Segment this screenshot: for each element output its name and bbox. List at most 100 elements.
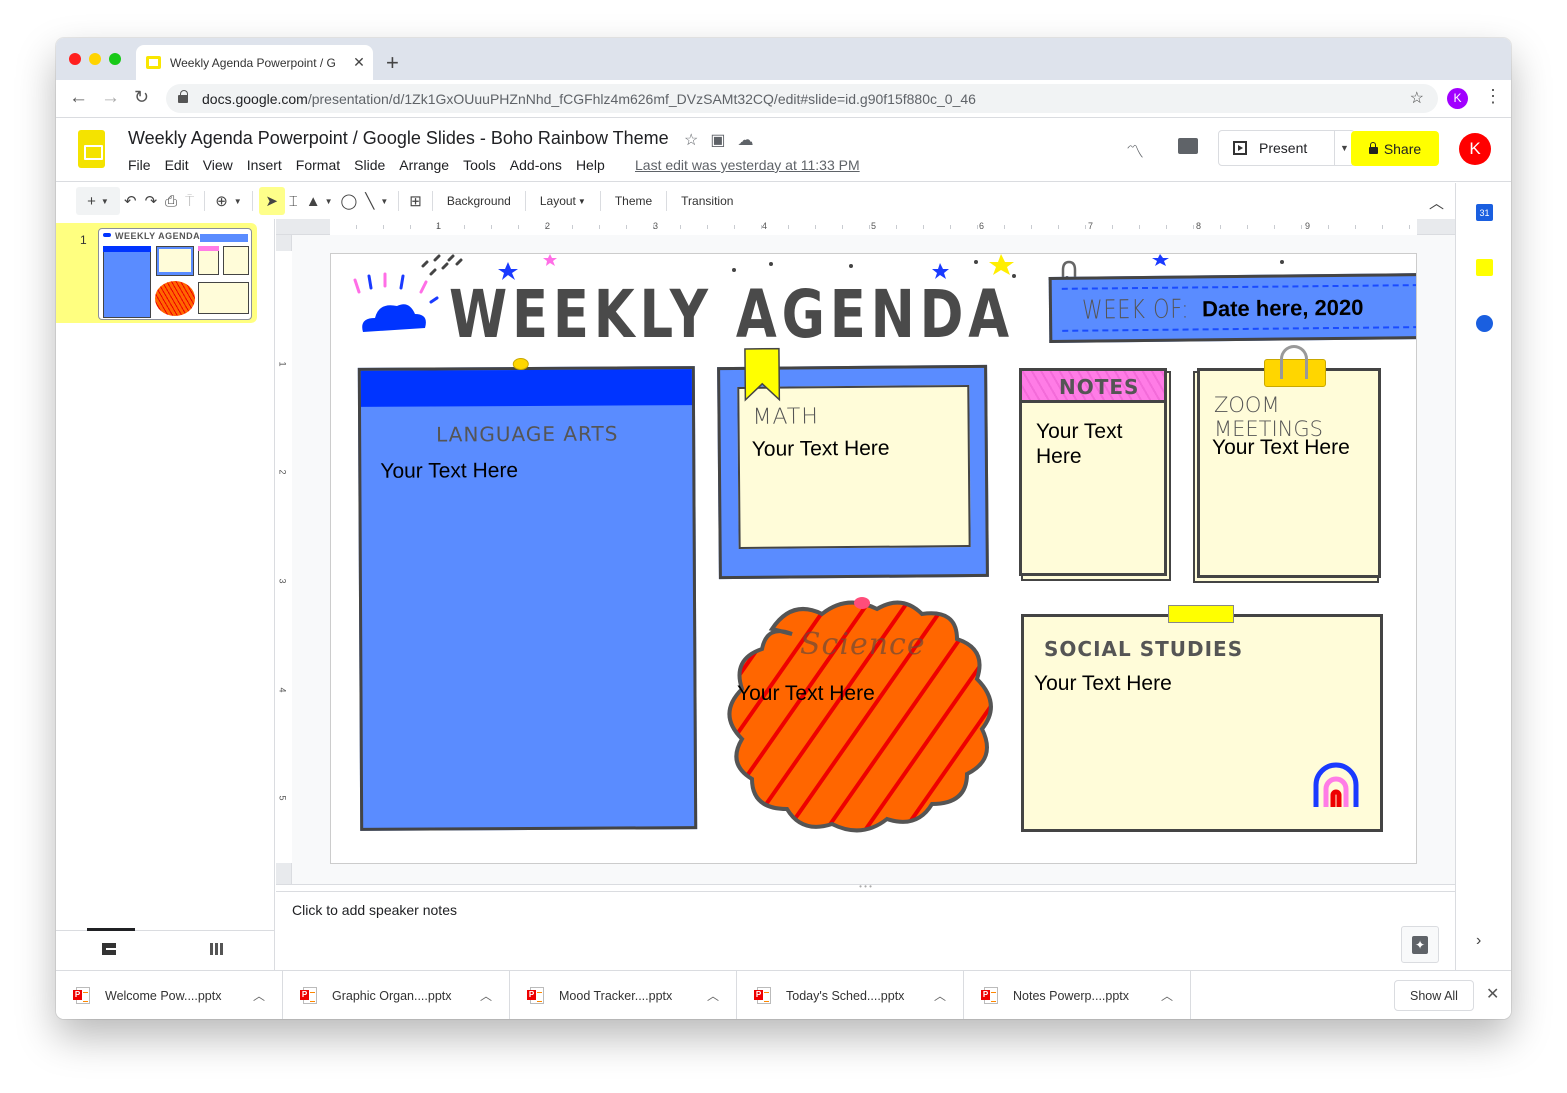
menu-file[interactable]: File <box>128 157 151 173</box>
star-icon <box>989 254 1014 275</box>
close-window-button[interactable] <box>69 53 81 65</box>
explore-button[interactable]: ✦ <box>1401 926 1439 963</box>
filmstrip-view-icon[interactable] <box>102 943 116 955</box>
zoom-meetings-box[interactable]: ZOOM MEETINGS Your Text Here <box>1197 345 1381 578</box>
show-all-downloads-button[interactable]: Show All <box>1394 980 1474 1011</box>
activity-trend-icon[interactable]: 〽 <box>1126 138 1144 164</box>
notes-resize-handle[interactable]: • • • <box>276 883 1455 892</box>
slides-logo-icon[interactable] <box>78 130 105 168</box>
browser-tab[interactable]: Weekly Agenda Powerpoint / G ✕ <box>136 45 373 80</box>
ruler-label: 9 <box>1305 221 1311 231</box>
close-tab-icon[interactable]: ✕ <box>349 54 369 71</box>
science-text[interactable]: Your Text Here <box>737 681 875 706</box>
text-box-icon[interactable]: ⌶ <box>285 187 302 215</box>
chevron-up-icon[interactable]: ︿ <box>1152 987 1182 1004</box>
transition-button[interactable]: Transition <box>673 187 741 215</box>
forward-icon[interactable]: → <box>101 87 120 109</box>
download-item[interactable]: Today's Sched....pptx ︿ <box>737 971 964 1019</box>
add-comment-icon[interactable]: ⊞ <box>405 187 426 215</box>
ruler-label: 1 <box>436 221 442 231</box>
chevron-up-icon[interactable]: ︿ <box>244 987 274 1004</box>
expand-side-panel-icon[interactable]: › <box>1476 932 1481 950</box>
keep-notes-icon[interactable] <box>1476 259 1493 276</box>
undo-icon[interactable]: ↶ <box>120 187 141 215</box>
move-to-folder-icon[interactable]: ▣ <box>710 130 725 150</box>
social-studies-box[interactable]: SOCIAL STUDIES Your Text Here <box>1021 605 1383 832</box>
chevron-up-icon[interactable]: ︿ <box>471 987 501 1004</box>
new-tab-button[interactable]: + <box>386 50 399 76</box>
chevron-up-icon[interactable]: ︿ <box>925 987 955 1004</box>
social-studies-text[interactable]: Your Text Here <box>1034 671 1172 696</box>
vertical-ruler[interactable]: 1 2 3 4 5 <box>276 235 292 884</box>
line-icon[interactable]: ╲ ▼ <box>361 187 392 215</box>
menu-view[interactable]: View <box>203 157 233 173</box>
layout-button[interactable]: Layout ▼ <box>532 187 594 215</box>
zoom-meetings-text[interactable]: Your Text Here <box>1212 435 1350 460</box>
speaker-notes[interactable]: Click to add speaker notes ✦ <box>276 893 1455 970</box>
chevron-up-icon[interactable]: ︿ <box>698 987 728 1004</box>
menu-tools[interactable]: Tools <box>463 157 496 173</box>
document-title[interactable]: Weekly Agenda Powerpoint / Google Slides… <box>128 128 669 149</box>
comments-icon[interactable] <box>1178 138 1198 154</box>
url-input[interactable]: docs.google.com /presentation/d/1Zk1GxOU… <box>166 84 1438 113</box>
cloud-saved-icon[interactable]: ☁ <box>737 130 753 150</box>
grid-view-icon[interactable] <box>210 943 224 955</box>
bookmark-star-icon[interactable]: ☆ <box>1410 88 1424 108</box>
menu-insert[interactable]: Insert <box>247 157 282 173</box>
calendar-icon[interactable]: 31 <box>1476 204 1493 221</box>
close-downloads-icon[interactable]: ✕ <box>1486 984 1499 1004</box>
ruler-label: 1 <box>277 361 288 367</box>
tasks-icon[interactable] <box>1476 315 1493 332</box>
menu-arrange[interactable]: Arrange <box>399 157 449 173</box>
math-box[interactable]: MATH Your Text Here <box>717 347 989 580</box>
menu-add-ons[interactable]: Add-ons <box>510 157 562 173</box>
paint-format-icon[interactable]: ⍑ <box>181 187 198 215</box>
minimize-window-button[interactable] <box>89 53 101 65</box>
download-item[interactable]: Graphic Organ....pptx ︿ <box>283 971 510 1019</box>
horizontal-ruler[interactable]: 1 2 3 4 5 6 7 8 9 <box>276 219 1455 235</box>
browser-profile-avatar[interactable]: K <box>1447 88 1468 109</box>
week-date-text[interactable]: Date here, 2020 <box>1202 295 1364 323</box>
account-avatar[interactable]: K <box>1459 133 1491 165</box>
zoom-icon[interactable]: ⊕ ▼ <box>211 187 246 215</box>
last-edit-link[interactable]: Last edit was yesterday at 11:33 PM <box>635 157 860 173</box>
back-icon[interactable]: ← <box>69 87 88 109</box>
collapse-toolbar-icon[interactable]: ︿ <box>1429 192 1444 213</box>
star-icon[interactable]: ☆ <box>684 130 698 150</box>
slide-filmstrip: 1 WEEKLY AGENDA <box>56 219 275 970</box>
speaker-notes-placeholder[interactable]: Click to add speaker notes <box>292 902 457 918</box>
share-button[interactable]: Share <box>1351 131 1439 166</box>
menu-format[interactable]: Format <box>296 157 340 173</box>
reload-icon[interactable]: ↻ <box>134 87 149 108</box>
math-text[interactable]: Your Text Here <box>752 436 890 462</box>
print-icon[interactable]: ⎙ <box>161 187 181 215</box>
browser-menu-icon[interactable]: ⋮ <box>1484 86 1502 107</box>
notes-text[interactable]: Your Text Here <box>1036 419 1156 469</box>
redo-icon[interactable]: ↷ <box>141 187 162 215</box>
slide[interactable]: WEEKLY AGENDA WEEK OF: Date here, 2020 L… <box>330 253 1417 864</box>
language-arts-text[interactable]: Your Text Here <box>380 458 518 484</box>
background-button[interactable]: Background <box>439 187 519 215</box>
language-arts-box[interactable]: LANGUAGE ARTS Your Text Here <box>357 357 698 831</box>
slide-title[interactable]: WEEKLY AGENDA <box>449 276 1014 353</box>
shape-icon[interactable]: ◯ <box>336 187 361 215</box>
menu-help[interactable]: Help <box>576 157 605 173</box>
new-slide-button[interactable]: + ▼ <box>76 187 120 215</box>
theme-button[interactable]: Theme <box>607 187 660 215</box>
download-item[interactable]: Notes Powerp....pptx ︿ <box>964 971 1191 1019</box>
select-tool-icon[interactable]: ➤ <box>258 187 285 215</box>
notes-box[interactable]: NOTES Your Text Here <box>1019 368 1167 576</box>
menu-slide[interactable]: Slide <box>354 157 385 173</box>
pptx-file-icon <box>300 987 317 1004</box>
slide-thumbnail-item[interactable]: 1 WEEKLY AGENDA <box>56 223 257 323</box>
slide-thumbnail[interactable]: WEEKLY AGENDA <box>98 228 252 320</box>
science-box[interactable]: Science Your Text Here <box>712 597 1009 839</box>
download-item[interactable]: Mood Tracker....pptx ︿ <box>510 971 737 1019</box>
download-item[interactable]: Welcome Pow....pptx ︿ <box>56 971 283 1019</box>
present-button[interactable]: Present ▼ <box>1218 130 1355 166</box>
ruler-label: 4 <box>277 687 288 693</box>
image-icon[interactable]: ▲ ▼ <box>302 187 337 215</box>
menu-edit[interactable]: Edit <box>165 157 189 173</box>
week-of-banner[interactable]: WEEK OF: Date here, 2020 <box>1048 273 1416 343</box>
maximize-window-button[interactable] <box>109 53 121 65</box>
